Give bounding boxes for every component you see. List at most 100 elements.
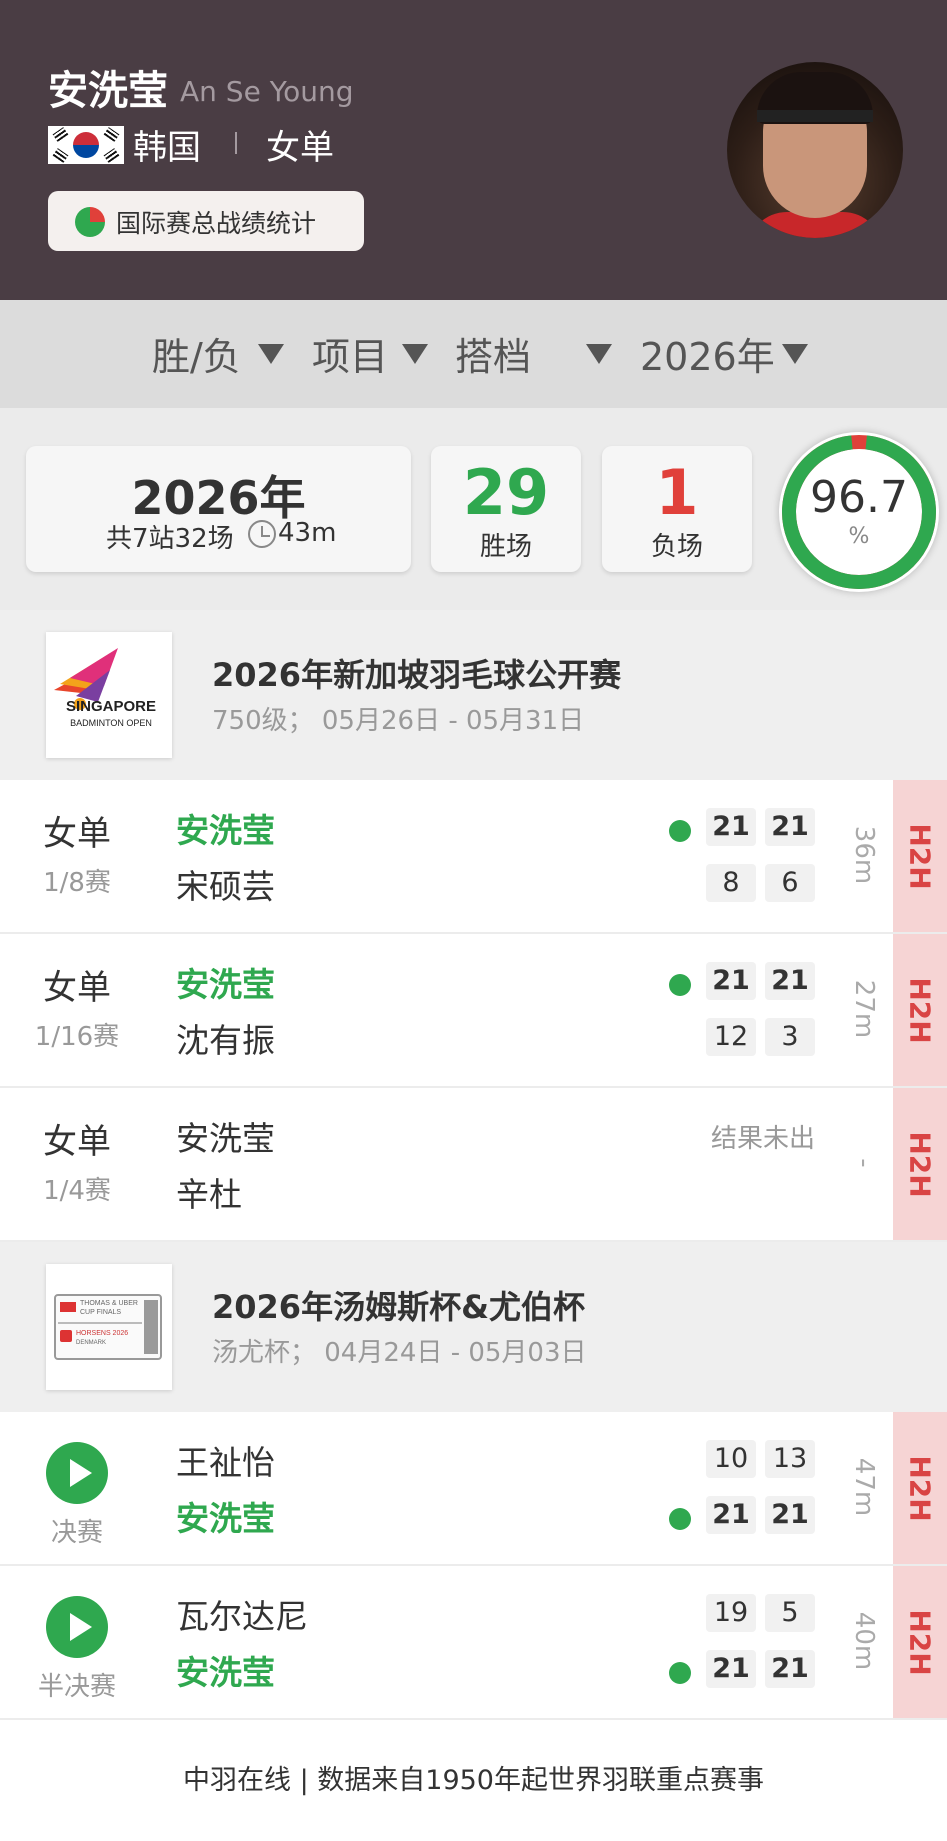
filter-event[interactable]: 项目 — [312, 326, 388, 381]
result-pending: 结果未出 — [710, 1124, 815, 1154]
match-row[interactable]: 决赛 王祉怡 安洗莹 10 13 21 21 47m H2H — [0, 1412, 947, 1566]
score-p1-g2: 5 — [765, 1594, 815, 1632]
match-player-1: 安洗莹 — [176, 1119, 275, 1158]
year-summary-card: 2026年 共7站32场 43m — [26, 446, 411, 572]
summary-avg-time: 43m — [278, 518, 337, 548]
play-video-icon[interactable] — [46, 1596, 108, 1658]
logo-text: CUP FINALS — [80, 1309, 122, 1316]
player-avatar — [727, 62, 903, 238]
match-player-2: 安洗莹 — [176, 1499, 275, 1538]
summary-events-matches: 共7站32场 — [106, 524, 234, 554]
footer-text: 中羽在线 | 数据来自1950年起世界羽联重点赛事 — [183, 1765, 764, 1796]
score-p1-g1: 21 — [706, 808, 756, 846]
win-rate-unit: % — [848, 524, 870, 549]
score-p2-g1: 12 — [706, 1018, 756, 1056]
chevron-down-icon[interactable] — [782, 344, 808, 364]
player-name-cn: 安洗莹 — [48, 68, 168, 114]
winner-dot-icon — [669, 1662, 691, 1684]
match-player-2: 宋硕芸 — [176, 867, 275, 906]
pie-chart-icon — [75, 207, 105, 237]
h2h-label: H2H — [903, 1455, 937, 1522]
match-category: 女单 — [43, 1122, 111, 1162]
winner-dot-icon — [669, 1508, 691, 1530]
score-p1-g1: 21 — [706, 962, 756, 1000]
singapore-open-logo: SINGAPORE BADMINTON OPEN — [46, 632, 172, 758]
h2h-label: H2H — [903, 977, 937, 1044]
score-p2-g2: 3 — [765, 1018, 815, 1056]
wins-card: 29 胜场 — [431, 446, 581, 572]
wins-count: 29 — [462, 456, 550, 529]
korea-flag-icon — [48, 126, 124, 164]
tournament-header[interactable]: THOMAS & UBER CUP FINALS HORSENS 2026 DE… — [0, 1242, 947, 1412]
match-category: 女单 — [43, 814, 111, 854]
match-player-1: 安洗莹 — [176, 965, 275, 1004]
header-divider — [235, 132, 237, 154]
score-p2-g2: 21 — [765, 1496, 815, 1534]
h2h-button[interactable]: H2H — [893, 780, 947, 932]
score-p1-g2: 21 — [765, 808, 815, 846]
winner-dot-icon — [669, 820, 691, 842]
tournament-header[interactable]: SINGAPORE BADMINTON OPEN 2026年新加坡羽毛球公开赛 … — [0, 610, 947, 780]
clock-icon — [248, 520, 276, 548]
h2h-button[interactable]: H2H — [893, 1412, 947, 1564]
match-player-2: 沈有振 — [176, 1021, 275, 1060]
tournament-sub: 750级； 05月26日 - 05月31日 — [212, 706, 585, 736]
filter-partner[interactable]: 搭档 — [455, 326, 531, 381]
match-round: 半决赛 — [37, 1672, 116, 1702]
match-duration: - — [849, 1158, 879, 1168]
score-p2-g1: 21 — [706, 1650, 756, 1688]
filter-year[interactable]: 2026年 — [640, 326, 775, 381]
match-row[interactable]: 女单 1/16赛 安洗莹 沈有振 21 21 12 3 27m H2H — [0, 934, 947, 1088]
logo-text: DENMARK — [76, 1340, 107, 1346]
match-player-2: 辛杜 — [176, 1175, 242, 1214]
score-p2-g1: 8 — [706, 864, 756, 902]
match-round: 1/16赛 — [34, 1022, 120, 1052]
logo-text: SINGAPORE — [65, 698, 156, 715]
match-row[interactable]: 半决赛 瓦尔达尼 安洗莹 19 5 21 21 40m H2H — [0, 1566, 947, 1720]
match-round: 1/4赛 — [43, 1176, 111, 1206]
player-event: 女单 — [266, 128, 334, 168]
player-country: 韩国 — [133, 128, 201, 168]
score-p1-g2: 21 — [765, 962, 815, 1000]
match-row[interactable]: 女单 1/8赛 安洗莹 宋硕芸 21 21 8 6 36m H2H — [0, 780, 947, 934]
match-duration: 40m — [849, 1611, 879, 1671]
chevron-down-icon[interactable] — [586, 344, 612, 364]
play-video-icon[interactable] — [46, 1442, 108, 1504]
match-player-1: 安洗莹 — [176, 811, 275, 850]
logo-text: HORSENS 2026 — [76, 1330, 129, 1337]
h2h-label: H2H — [903, 1131, 937, 1198]
match-player-2: 安洗莹 — [176, 1653, 275, 1692]
match-row[interactable]: 女单 1/4赛 安洗莹 辛杜 结果未出 - H2H — [0, 1088, 947, 1242]
losses-card: 1 负场 — [602, 446, 752, 572]
match-duration: 47m — [849, 1457, 879, 1517]
filter-win-loss[interactable]: 胜/负 — [152, 326, 241, 381]
logo-text: BADMINTON OPEN — [70, 718, 152, 728]
match-round: 决赛 — [50, 1518, 103, 1548]
win-rate-value: 96.7 — [810, 472, 908, 523]
player-name-en: An Se Young — [180, 75, 354, 108]
chevron-down-icon[interactable] — [258, 344, 284, 364]
h2h-label: H2H — [903, 823, 937, 890]
tournament-sub: 汤尤杯； 04月24日 - 05月03日 — [212, 1338, 587, 1368]
player-profile-page: 安洗莹 An Se Young 韩国 女单 国际赛总战绩统计 胜/负 项目 搭档 — [0, 0, 947, 1841]
match-category: 女单 — [43, 968, 111, 1008]
winner-dot-icon — [669, 974, 691, 996]
h2h-button[interactable]: H2H — [893, 1566, 947, 1718]
h2h-label: H2H — [903, 1609, 937, 1676]
footer: 中羽在线 | 数据来自1950年起世界羽联重点赛事 — [0, 1722, 947, 1841]
h2h-button[interactable]: H2H — [893, 934, 947, 1086]
win-rate-ring: 96.7 % — [779, 432, 939, 592]
match-duration: 27m — [849, 979, 879, 1039]
score-p2-g2: 21 — [765, 1650, 815, 1688]
chevron-down-icon[interactable] — [402, 344, 428, 364]
score-p1-g1: 10 — [706, 1440, 756, 1478]
h2h-button[interactable]: H2H — [893, 1088, 947, 1240]
career-stats-button[interactable]: 国际赛总战绩统计 — [48, 191, 364, 251]
match-player-1: 王祉怡 — [176, 1443, 275, 1482]
losses-label: 负场 — [650, 532, 703, 562]
score-p2-g2: 6 — [765, 864, 815, 902]
career-stats-label: 国际赛总战绩统计 — [116, 209, 317, 238]
match-round: 1/8赛 — [43, 868, 111, 898]
match-duration: 36m — [849, 825, 879, 885]
score-p2-g1: 21 — [706, 1496, 756, 1534]
